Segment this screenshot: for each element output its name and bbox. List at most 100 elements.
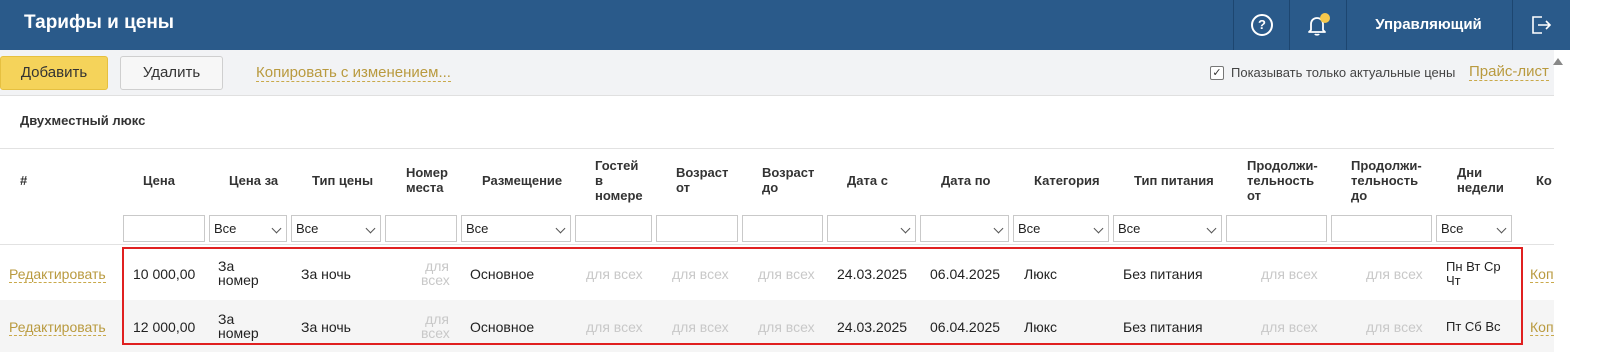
filter-value: Все (1018, 221, 1041, 236)
col-num: # (20, 173, 28, 188)
filter-guests-input[interactable] (575, 215, 652, 242)
col-age-to[interactable]: Возраст до (762, 165, 814, 195)
age-to-cell: для всех (758, 266, 815, 282)
filter-price-input[interactable] (123, 215, 205, 242)
filter-place-no-input[interactable] (385, 215, 457, 242)
edit-link[interactable]: Редактировать (9, 319, 106, 336)
col-date-from[interactable]: Дата с (847, 173, 888, 188)
col-price[interactable]: Цена (143, 173, 175, 188)
category-cell: Люкс (1024, 266, 1057, 282)
date-to-cell: 06.04.2025 (930, 266, 1001, 282)
filter-price-for-select[interactable]: Все (209, 215, 287, 242)
room-type-title: Двухместный люкс (20, 113, 146, 128)
col-duration-to[interactable]: Продолжи- тельность до (1351, 158, 1422, 203)
col-date-to[interactable]: Дата по (941, 173, 991, 188)
place-no-line: всех (421, 325, 450, 341)
divider (1512, 0, 1513, 50)
copy-row-link[interactable]: Коп (1530, 266, 1554, 283)
price-cell: 12 000,00 (133, 319, 196, 335)
chevron-down-icon (1093, 223, 1104, 234)
filter-weekdays-select[interactable]: Все (1436, 215, 1512, 242)
weekdays-cell: Пн Вт Ср Чт (1446, 260, 1501, 288)
copy-with-changes-link[interactable]: Копировать с изменением... (256, 64, 451, 82)
col-price-type[interactable]: Тип цены (312, 173, 373, 188)
toolbar: Добавить Удалить Копировать с изменением… (0, 50, 1554, 96)
col-weekdays-line: Дни (1457, 165, 1483, 180)
date-from-cell: 24.03.2025 (837, 319, 908, 335)
col-duration-from[interactable]: Продолжи- тельность от (1247, 158, 1318, 203)
filter-age-from-input[interactable] (656, 215, 738, 242)
copy-row-link[interactable]: Коп (1530, 319, 1554, 336)
price-for-line: номер (218, 272, 259, 288)
scroll-up-icon[interactable] (1553, 58, 1563, 65)
col-category[interactable]: Категория (1034, 173, 1100, 188)
scrollbar[interactable] (1554, 50, 1570, 359)
chevron-down-icon (1206, 223, 1217, 234)
notification-dot (1320, 13, 1330, 23)
divider (1289, 0, 1290, 50)
col-duration-from-line: от (1247, 188, 1261, 203)
place-no-line: для (425, 258, 449, 274)
col-age-from-line: от (676, 180, 690, 195)
filter-value: Все (296, 221, 319, 236)
actual-prices-checkbox[interactable]: ✓ (1210, 66, 1224, 80)
weekdays-cell: Пт Сб Вс (1446, 320, 1501, 334)
duration-to-cell: для всех (1366, 319, 1423, 335)
help-icon[interactable]: ? (1251, 14, 1273, 36)
weekdays-line: Пн Вт Ср (1446, 259, 1501, 274)
actual-prices-label: Показывать только актуальные цены (1231, 65, 1456, 80)
col-age-from-line: Возраст (676, 165, 729, 180)
col-age-to-line: Возраст (762, 165, 815, 180)
right-margin (1570, 0, 1610, 359)
col-guests-line: в (595, 173, 603, 188)
price-list-link[interactable]: Прайс-лист (1469, 63, 1549, 81)
user-menu[interactable]: Управляющий (1346, 16, 1511, 33)
chevron-down-icon (993, 223, 1004, 234)
chevron-down-icon (271, 223, 282, 234)
meal-cell: Без питания (1123, 266, 1203, 282)
col-placement[interactable]: Размещение (482, 173, 562, 188)
add-button[interactable]: Добавить (0, 56, 108, 90)
col-place-no-line: Номер (406, 165, 448, 180)
filter-price-type-select[interactable]: Все (291, 215, 381, 242)
edit-link[interactable]: Редактировать (9, 266, 106, 283)
place-no-line: всех (421, 272, 450, 288)
guests-cell: для всех (586, 319, 643, 335)
filter-duration-to-input[interactable] (1331, 215, 1432, 242)
duration-from-cell: для всех (1261, 319, 1318, 335)
col-kop[interactable]: Ко (1536, 173, 1554, 188)
col-meal[interactable]: Тип питания (1134, 173, 1214, 188)
filter-date-to-select[interactable] (920, 215, 1009, 242)
filter-category-select[interactable]: Все (1013, 215, 1109, 242)
filter-date-from-select[interactable] (827, 215, 916, 242)
filter-meal-select[interactable]: Все (1113, 215, 1222, 242)
top-bar: Тарифы и цены ? Управляющий (0, 0, 1610, 50)
col-duration-from-line: Продолжи- (1247, 158, 1318, 173)
divider (1233, 0, 1234, 50)
col-weekdays[interactable]: Дни недели (1457, 165, 1504, 195)
col-weekdays-line: недели (1457, 180, 1504, 195)
col-guests[interactable]: Гостей в номере (595, 158, 643, 203)
place-no-line: для (425, 311, 449, 327)
filter-placement-select[interactable]: Все (461, 215, 571, 242)
delete-button[interactable]: Удалить (120, 56, 223, 90)
table-row[interactable]: Редактировать 12 000,00 За номер За ночь… (0, 300, 1554, 352)
table-row[interactable]: Редактировать 10 000,00 За номер За ночь… (0, 247, 1554, 299)
col-price-for[interactable]: Цена за (229, 173, 278, 188)
price-type-cell: За ночь (301, 319, 351, 335)
col-duration-to-line: до (1351, 188, 1368, 203)
col-age-from[interactable]: Возраст от (676, 165, 728, 195)
col-duration-from-line: тельность (1247, 173, 1315, 188)
age-to-cell: для всех (758, 319, 815, 335)
filter-duration-from-input[interactable] (1226, 215, 1327, 242)
price-for-line: За (218, 258, 235, 274)
price-for-line: номер (218, 325, 259, 341)
chevron-down-icon (555, 223, 566, 234)
col-place-no[interactable]: Номер места (406, 165, 448, 195)
filter-age-to-input[interactable] (742, 215, 823, 242)
filter-value: Все (1118, 221, 1141, 236)
filter-value: Все (1441, 221, 1464, 236)
logout-icon[interactable] (1529, 13, 1553, 37)
duration-to-cell: для всех (1366, 266, 1423, 282)
placement-cell: Основное (470, 266, 535, 282)
